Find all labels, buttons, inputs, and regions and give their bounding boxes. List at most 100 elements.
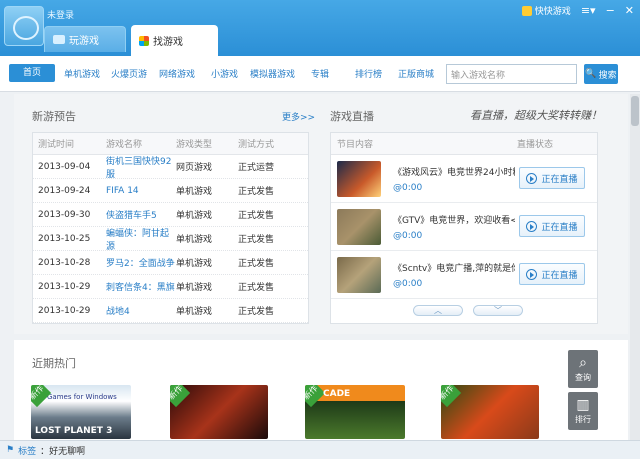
search-icon: ⌕ bbox=[579, 354, 587, 371]
more-link[interactable]: 更多>> bbox=[282, 110, 315, 123]
nav-home[interactable]: 首页 bbox=[9, 64, 55, 82]
time-value: 0:00 bbox=[402, 231, 423, 241]
live-pager: ︿ ﹀ bbox=[413, 305, 523, 316]
game-link[interactable]: 街机三国快快92服 bbox=[106, 154, 176, 180]
search-input[interactable]: 输入游戏名称 bbox=[446, 64, 577, 84]
game-link[interactable]: 蝙蝠侠：阿甘起源 bbox=[106, 226, 176, 252]
stream-title[interactable]: 《Scntv》电竞广播,萍的就是你啦! bbox=[393, 261, 515, 274]
live-slogan[interactable]: 看直播，超级大奖转转赚！ bbox=[470, 107, 602, 123]
watch-live-button[interactable]: 正在直播 bbox=[519, 263, 585, 285]
game-link[interactable]: 刺客信条4：黑旗 bbox=[106, 280, 176, 293]
news-section-title: 新游预告 bbox=[32, 110, 76, 123]
stream-title[interactable]: 《游戏风云》电竞世界24小时精... bbox=[393, 165, 515, 178]
nav-online-games[interactable]: 网络游戏 bbox=[159, 67, 195, 80]
test-mode: 正式发售 bbox=[238, 187, 275, 197]
minimize-icon[interactable]: − bbox=[606, 4, 615, 17]
kuaikuai-logo-icon bbox=[521, 5, 532, 16]
column-header: 游戏类型 bbox=[176, 140, 213, 150]
game-card[interactable]: Games for Windows 新作 LOST PLANET 3 bbox=[31, 385, 131, 439]
stream-title[interactable]: 《GTV》电竞世界，欢迎收看<<< bbox=[393, 213, 515, 226]
stream-time: @0:00 bbox=[393, 183, 423, 193]
page-up-button[interactable]: ︿ bbox=[413, 305, 463, 316]
nav-mini-games[interactable]: 小游戏 bbox=[211, 67, 238, 80]
test-mode: 正式发售 bbox=[238, 211, 275, 221]
watch-live-button[interactable]: 正在直播 bbox=[519, 215, 585, 237]
card-title: CADE bbox=[323, 389, 351, 399]
card-subtitle: Games for Windows bbox=[47, 393, 117, 401]
game-link[interactable]: 侠盗猎车手5 bbox=[106, 208, 176, 221]
test-mode: 正式运营 bbox=[238, 163, 275, 173]
live-stream-panel: 节目内容 直播状态 《游戏风云》电竞世界24小时精... @0:00 正在直播 … bbox=[330, 132, 598, 324]
stream-thumbnail[interactable] bbox=[337, 257, 381, 293]
ranking-button[interactable]: ▥ 排行 bbox=[568, 392, 598, 430]
nav-emulator-games[interactable]: 模拟器游戏 bbox=[250, 67, 295, 80]
game-link[interactable]: 罗马2：全面战争 bbox=[106, 256, 176, 269]
status-tag[interactable]: 标签 bbox=[18, 444, 36, 457]
stream-thumbnail[interactable] bbox=[337, 161, 381, 197]
game-type: 单机游戏 bbox=[176, 187, 213, 197]
game-link[interactable]: 战地4 bbox=[106, 304, 176, 317]
game-card[interactable]: 新作 bbox=[441, 385, 539, 439]
test-mode: 正式发售 bbox=[238, 283, 275, 293]
nav-single-player[interactable]: 单机游戏 bbox=[64, 67, 100, 80]
menu-icon[interactable]: ≡▾ bbox=[581, 4, 596, 17]
table-row: 2013-10-28 罗马2：全面战争 单机游戏 正式发售 bbox=[33, 251, 308, 275]
nav-webgames[interactable]: 火爆页游 bbox=[111, 67, 147, 80]
tab-find-games[interactable]: 找游戏 bbox=[131, 25, 218, 56]
flag-icon: ⚑ bbox=[6, 445, 15, 455]
scroll-thumb[interactable] bbox=[631, 96, 639, 126]
live-item: 《Scntv》电竞广播,萍的就是你啦! @0:00 正在直播 bbox=[331, 251, 597, 299]
search-button-label: 搜索 bbox=[598, 70, 617, 81]
avatar[interactable] bbox=[4, 6, 44, 46]
query-button[interactable]: ⌕ 查询 bbox=[568, 350, 598, 388]
game-card[interactable]: 新作 CADE bbox=[305, 385, 405, 439]
table-row: 2013-10-29 战地4 单机游戏 正式发售 bbox=[33, 299, 308, 323]
search-icon: 🔍 bbox=[585, 69, 597, 79]
watch-live-button[interactable]: 正在直播 bbox=[519, 167, 585, 189]
nav-store[interactable]: 正版商城 bbox=[398, 67, 434, 80]
time-value: 0:00 bbox=[402, 279, 423, 289]
table-header: 测试时间 游戏名称 游戏类型 测试方式 bbox=[33, 133, 308, 155]
column-header: 测试方式 bbox=[238, 140, 275, 150]
tool-label: 排行 bbox=[575, 414, 591, 424]
test-mode: 正式发售 bbox=[238, 235, 275, 245]
tab-label: 找游戏 bbox=[153, 37, 183, 48]
close-icon[interactable]: ✕ bbox=[625, 4, 634, 17]
tab-play-games[interactable]: 玩游戏 bbox=[44, 26, 126, 52]
login-status[interactable]: 未登录 bbox=[47, 8, 74, 21]
live-item: 《GTV》电竞世界，欢迎收看<<< @0:00 正在直播 bbox=[331, 203, 597, 251]
status-bar: ⚑ 标签 ：好无聊啊 bbox=[0, 440, 640, 459]
button-label: 正在直播 bbox=[541, 270, 578, 281]
search-button[interactable]: 🔍 搜索 bbox=[584, 64, 618, 84]
table-row: 2013-10-25 蝙蝠侠：阿甘起源 单机游戏 正式发售 bbox=[33, 226, 308, 252]
test-date: 2013-10-29 bbox=[38, 305, 91, 316]
gamepad-icon bbox=[53, 35, 65, 44]
test-date: 2013-10-25 bbox=[38, 233, 91, 244]
hot-section-title: 近期热门 bbox=[32, 357, 76, 370]
nav-rankings[interactable]: 排行榜 bbox=[355, 67, 382, 80]
game-link[interactable]: FIFA 14 bbox=[106, 186, 176, 196]
game-type: 单机游戏 bbox=[176, 259, 213, 269]
game-card[interactable]: 新作 bbox=[170, 385, 268, 439]
window-controls: 快快游戏 ≡▾ − ✕ bbox=[521, 4, 634, 17]
play-icon bbox=[526, 268, 538, 280]
column-header: 直播状态 bbox=[517, 140, 554, 150]
user-label: 快快游戏 bbox=[534, 7, 571, 17]
test-date: 2013-09-04 bbox=[38, 161, 91, 172]
scrollbar[interactable] bbox=[630, 94, 640, 440]
live-section-title: 游戏直播 bbox=[330, 110, 374, 123]
test-date: 2013-10-29 bbox=[38, 281, 91, 292]
test-date: 2013-10-28 bbox=[38, 257, 91, 268]
new-badge: 新作 bbox=[441, 385, 462, 408]
table-row: 2013-10-29 刺客信条4：黑旗 单机游戏 正式发售 bbox=[33, 275, 308, 299]
game-type: 单机游戏 bbox=[176, 235, 213, 245]
stream-thumbnail[interactable] bbox=[337, 209, 381, 245]
nav-albums[interactable]: 专辑 bbox=[311, 67, 329, 80]
page-down-button[interactable]: ﹀ bbox=[473, 305, 523, 316]
title-bar: 未登录 玩游戏 找游戏 快快游戏 ≡▾ − ✕ bbox=[0, 0, 640, 56]
new-badge: 新作 bbox=[170, 385, 191, 408]
play-icon bbox=[526, 172, 538, 184]
game-type: 单机游戏 bbox=[176, 307, 213, 317]
user-menu[interactable]: 快快游戏 bbox=[521, 4, 571, 17]
game-type: 单机游戏 bbox=[176, 211, 213, 221]
